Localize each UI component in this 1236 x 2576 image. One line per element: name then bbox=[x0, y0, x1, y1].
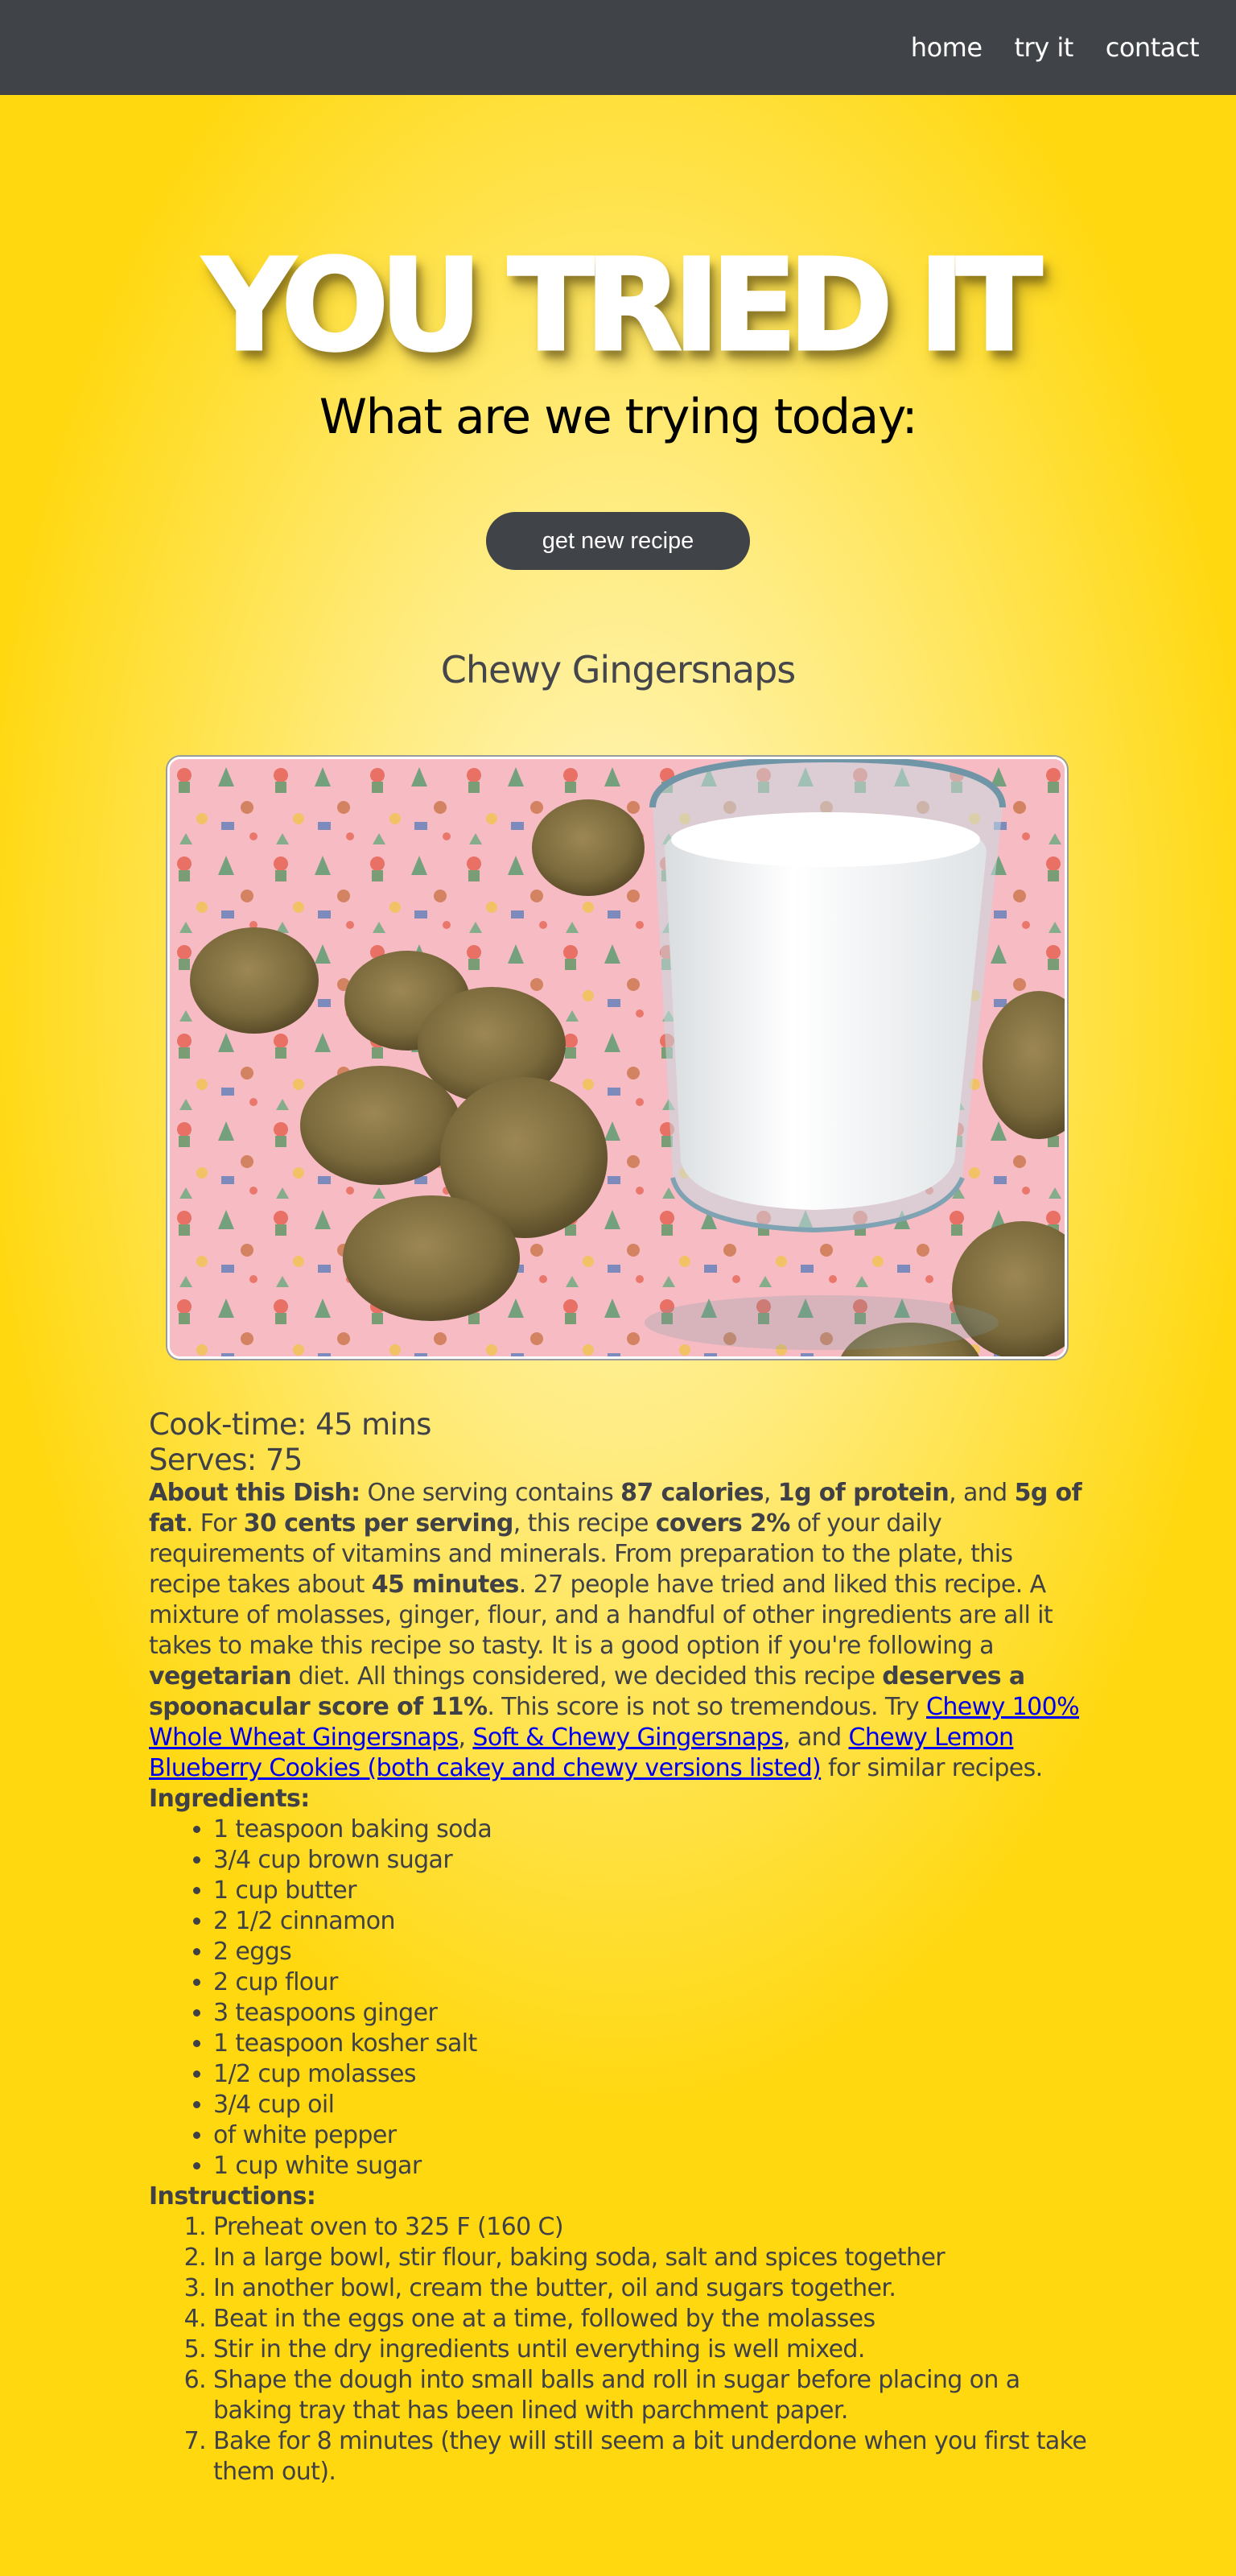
about-text: . This score is not so tremendous. Try bbox=[487, 1693, 927, 1721]
about-label: About this Dish: bbox=[149, 1479, 360, 1507]
ingredient-item: of white pepper bbox=[213, 2120, 1090, 2151]
ingredient-item: 3/4 cup brown sugar bbox=[213, 1845, 1090, 1876]
about-time: 45 minutes bbox=[371, 1571, 520, 1599]
about-text: . For bbox=[185, 1509, 244, 1538]
instruction-step: Preheat oven to 325 F (160 C) bbox=[213, 2212, 1090, 2243]
hero-subtitle: What are we trying today: bbox=[319, 389, 918, 445]
get-new-recipe-button[interactable]: get new recipe bbox=[486, 512, 750, 570]
about-text: One serving contains bbox=[360, 1479, 621, 1507]
about-diet: vegetarian bbox=[149, 1662, 292, 1690]
about-text: for similar recipes. bbox=[821, 1754, 1043, 1782]
ingredient-item: 2 eggs bbox=[213, 1937, 1090, 1967]
about-price: 30 cents per serving bbox=[243, 1509, 514, 1538]
about-text: , bbox=[458, 1724, 473, 1752]
instruction-step: Stir in the dry ingredients until everyt… bbox=[213, 2334, 1090, 2365]
instruction-step: Beat in the eggs one at a time, followed… bbox=[213, 2304, 1090, 2334]
about-text: , bbox=[763, 1479, 778, 1507]
instructions-label: Instructions: bbox=[149, 2182, 316, 2211]
recipe-title: Chewy Gingersnaps bbox=[440, 648, 797, 691]
instructions-list: Preheat oven to 325 F (160 C) In a large… bbox=[149, 2212, 1090, 2487]
ingredient-item: 1 cup white sugar bbox=[213, 2151, 1090, 2182]
nav-contact-link[interactable]: contact bbox=[1106, 31, 1200, 64]
ingredient-item: 1 cup butter bbox=[213, 1876, 1090, 1906]
ingredient-item: 3 teaspoons ginger bbox=[213, 1998, 1090, 2029]
about-coverage: covers 2% bbox=[655, 1509, 791, 1538]
nav-try-it-link[interactable]: try it bbox=[1015, 31, 1074, 64]
about-text: diet. All things considered, we decided … bbox=[291, 1662, 883, 1690]
instruction-step: In a large bowl, stir flour, baking soda… bbox=[213, 2243, 1090, 2273]
instruction-step: Shape the dough into small balls and rol… bbox=[213, 2365, 1090, 2426]
cook-time: Cook-time: 45 mins bbox=[149, 1407, 431, 1442]
similar-recipe-link-2[interactable]: Soft & Chewy Gingersnaps bbox=[472, 1724, 783, 1752]
ingredient-item: 1/2 cup molasses bbox=[213, 2059, 1090, 2090]
recipe-photo bbox=[167, 757, 1067, 1359]
about-protein: 1g of protein bbox=[777, 1479, 950, 1507]
ingredients-list: 1 teaspoon baking soda 3/4 cup brown sug… bbox=[149, 1814, 1090, 2182]
ingredient-item: 2 1/2 cinnamon bbox=[213, 1906, 1090, 1937]
nav-links: home try it contact bbox=[911, 31, 1200, 64]
ingredients-label: Ingredients: bbox=[149, 1785, 310, 1813]
serves: Serves: 75 bbox=[149, 1443, 303, 1477]
about-text: , and bbox=[783, 1724, 849, 1752]
instruction-step: In another bowl, cream the butter, oil a… bbox=[213, 2273, 1090, 2304]
about-text: , this recipe bbox=[513, 1509, 656, 1538]
ingredient-item: 1 teaspoon kosher salt bbox=[213, 2029, 1090, 2059]
recipe-details: Cook-time: 45 mins Serves: 75 About this… bbox=[149, 1407, 1090, 2487]
nav-home-link[interactable]: home bbox=[911, 31, 983, 64]
about-dish: About this Dish: One serving contains 87… bbox=[149, 1478, 1090, 1784]
about-text: , and bbox=[949, 1479, 1015, 1507]
ingredient-item: 2 cup flour bbox=[213, 1967, 1090, 1998]
top-navbar: home try it contact bbox=[0, 0, 1236, 95]
instruction-step: Bake for 8 minutes (they will still seem… bbox=[213, 2426, 1090, 2487]
ingredient-item: 3/4 cup oil bbox=[213, 2090, 1090, 2120]
ingredient-item: 1 teaspoon baking soda bbox=[213, 1814, 1090, 1845]
hero-title: YOU TRIED IT bbox=[202, 231, 1044, 382]
recipe-photo-illustration bbox=[170, 759, 1065, 1356]
about-calories: 87 calories bbox=[620, 1479, 764, 1507]
